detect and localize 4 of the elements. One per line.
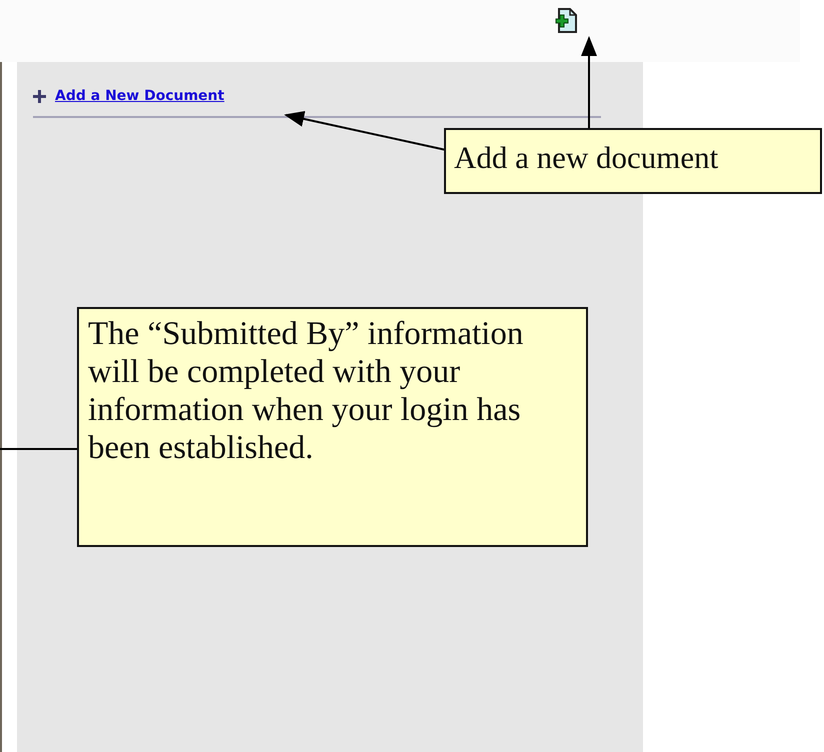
callout-note: The “Submitted By” information will be completed with your information when your login has been established. xyxy=(77,307,588,547)
add-document-link[interactable]: Add a New Document xyxy=(55,88,224,104)
callout-note: Add a new document xyxy=(444,128,822,194)
plus-icon xyxy=(33,90,46,102)
